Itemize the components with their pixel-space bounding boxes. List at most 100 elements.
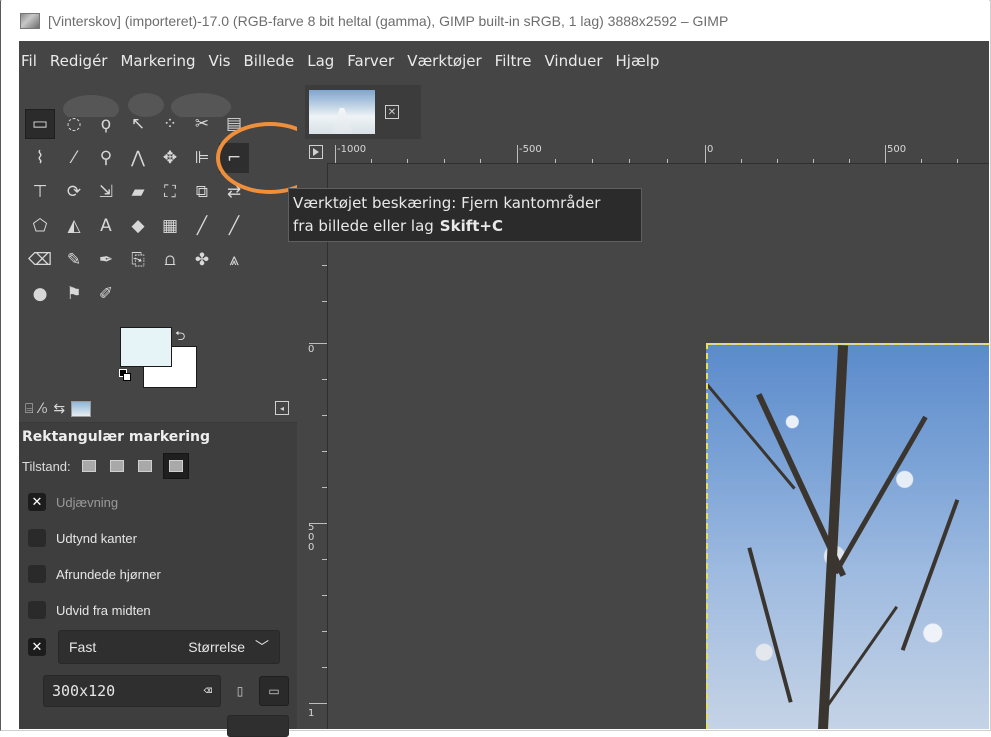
ink-tool-icon[interactable]: ✒ — [91, 245, 121, 275]
portrait-icon[interactable]: ▯ — [229, 680, 251, 702]
menu-rediger[interactable]: Redigér — [44, 52, 114, 70]
image-tab[interactable]: ✕ — [305, 85, 421, 139]
zoom-tool-icon[interactable]: ⚲ — [91, 143, 121, 173]
menu-vis[interactable]: Vis — [203, 52, 237, 70]
ruler-tick — [322, 487, 327, 488]
antialias-label: Udjævning — [56, 494, 119, 510]
paintbrush-tool-icon[interactable]: ╱ — [219, 211, 249, 241]
shear-tool-icon[interactable]: ▰ — [123, 177, 153, 207]
ruler-tick — [813, 159, 814, 163]
antialias-checkbox[interactable]: ✕ — [28, 493, 46, 511]
default-colors-icon[interactable] — [119, 369, 131, 381]
menu-farver[interactable]: Farver — [341, 52, 400, 70]
dock-tabs: ⌸ ⁄₀ ⇆ ◂ — [19, 396, 297, 423]
foreground-color-swatch[interactable] — [120, 327, 172, 367]
image-thumbnail[interactable] — [309, 90, 375, 134]
warp-transform-tool-icon[interactable]: ⛶ — [155, 177, 185, 207]
free-select-tool-icon[interactable]: ϙ — [91, 109, 121, 139]
expand-from-center-checkbox[interactable] — [28, 601, 46, 619]
clone-tool-icon[interactable]: ⎘ — [123, 245, 153, 275]
mode-intersect-icon[interactable] — [162, 453, 189, 479]
scissors-tool-icon[interactable]: ✂ — [187, 109, 217, 139]
menu-vaerktojer[interactable]: Værktøjer — [401, 52, 487, 70]
fixed-checkbox[interactable]: ✕ — [28, 638, 46, 656]
bucket-fill-tool-icon[interactable]: ◭ — [59, 211, 89, 241]
tooltip-shortcut: Skift+C — [439, 217, 503, 235]
highlight-toggle-button[interactable] — [227, 715, 289, 737]
color-picker-tool-icon[interactable]: ⁄ — [59, 143, 89, 173]
expand-row[interactable]: Udvid fra midten — [28, 601, 151, 619]
tool-options-tab-icon[interactable]: ⌸ — [25, 401, 33, 417]
tool-options-title: Rektangulær markering — [22, 429, 210, 445]
images-tab-icon[interactable] — [71, 401, 92, 417]
title-bar: [Vinterskov] (importeret)-17.0 (RGB-farv… — [2, 0, 989, 41]
unified-transform-tool-icon[interactable]: ⊤ — [25, 177, 55, 207]
ruler-tick — [592, 159, 593, 163]
menu-vinduer[interactable]: Vinduer — [538, 52, 608, 70]
select-by-color-tool-icon[interactable]: ⁘ — [155, 109, 185, 139]
rounded-corners-checkbox[interactable] — [28, 565, 46, 583]
landscape-icon[interactable]: ▭ — [259, 676, 289, 706]
winter-forest-image[interactable] — [706, 343, 989, 729]
dodge-burn-tool-icon[interactable]: ⚑ — [59, 279, 89, 309]
ruler-label: -1000 — [337, 144, 367, 155]
ruler-tick — [322, 631, 327, 632]
clear-icon[interactable]: ⌫ — [204, 683, 212, 699]
heal-tool-icon[interactable]: ⩍ — [155, 245, 185, 275]
smudge-finger-tool-icon[interactable]: ✐ — [91, 279, 121, 309]
size-input[interactable]: 300x120 ⌫ — [43, 675, 221, 707]
size-row: 300x120 ⌫ ▯ ▭ — [43, 675, 289, 707]
scale-tool-icon[interactable]: ⇲ — [91, 177, 121, 207]
close-tab-icon[interactable]: ✕ — [385, 105, 399, 119]
menu-markering[interactable]: Markering — [114, 52, 201, 70]
ellipse-select-tool-icon[interactable]: ◌ — [59, 109, 89, 139]
move-tool-icon[interactable]: ✥ — [155, 143, 185, 173]
3d-transform-tool-icon[interactable]: ⧉ — [187, 177, 217, 207]
fixed-label: Fast — [69, 639, 97, 655]
mode-subtract-icon[interactable] — [135, 456, 155, 476]
blur-tool-icon[interactable]: ⩓ — [219, 245, 249, 275]
rounded-row[interactable]: Afrundede hjørner — [28, 565, 161, 583]
mode-replace-icon[interactable] — [79, 456, 99, 476]
smudge-tool-icon[interactable]: ● — [25, 279, 55, 309]
tree-branch — [900, 499, 960, 651]
pencil-tool-icon[interactable]: ╱ — [187, 211, 217, 241]
rect-select-tool-icon[interactable]: ▭ — [25, 109, 55, 139]
fixed-mode-select[interactable]: Fast Størrelse ﹀ — [58, 630, 280, 664]
ruler-tick — [322, 595, 327, 596]
eraser-tool-icon[interactable]: ⌫ — [25, 245, 55, 275]
gradient-tool-icon[interactable]: ◆ — [123, 211, 153, 241]
menu-billede[interactable]: Billede — [237, 52, 300, 70]
ruler-tick — [921, 159, 922, 163]
ruler-tick — [957, 159, 958, 163]
feather-row[interactable]: Udtynd kanter — [28, 529, 137, 547]
rotate-tool-icon[interactable]: ⟳ — [59, 177, 89, 207]
vertical-ruler[interactable]: 0 500 1 — [307, 163, 328, 729]
ruler-tick — [849, 159, 850, 163]
antialias-row[interactable]: ✕ Udjævning — [28, 493, 118, 511]
quick-mask-toggle-icon[interactable] — [309, 145, 323, 159]
text-tool-icon[interactable]: A — [91, 211, 121, 241]
measure-tool-icon[interactable]: ⋀ — [123, 143, 153, 173]
menu-fil[interactable]: Fil — [19, 52, 43, 70]
menu-filtre[interactable]: Filtre — [489, 52, 538, 70]
dock-menu-icon[interactable]: ◂ — [275, 401, 289, 415]
menu-lag[interactable]: Lag — [301, 52, 340, 70]
ruler-tick — [629, 159, 630, 163]
menu-hjaelp[interactable]: Hjælp — [610, 52, 666, 70]
feather-checkbox[interactable] — [28, 529, 46, 547]
ruler-tick — [309, 523, 327, 524]
mode-add-icon[interactable] — [107, 456, 127, 476]
horizontal-ruler[interactable]: -1000 -500 0 500 — [327, 143, 989, 164]
cage-transform-tool-icon[interactable]: ⬠ — [25, 211, 55, 241]
toolbox-panel: ▭ ◌ ϙ ↖ ⁘ ✂ ▤ ⌇ ⁄ ⚲ ⋀ ✥ ⊫ ⌐ ⊤ ⟳ ⇲ ▰ ⛶ ⧉ … — [19, 81, 324, 737]
mypaint-brush-tool-icon[interactable]: ▦ — [155, 211, 185, 241]
paths-tool-icon[interactable]: ⌇ — [25, 143, 55, 173]
perspective-clone-tool-icon[interactable]: ✤ — [187, 245, 217, 275]
airbrush-tool-icon[interactable]: ✎ — [59, 245, 89, 275]
device-status-tab-icon[interactable]: ⁄₀ — [39, 401, 47, 417]
ruler-tick — [322, 301, 327, 302]
fuzzy-select-tool-icon[interactable]: ↖ — [123, 109, 153, 139]
undo-history-tab-icon[interactable]: ⇆ — [53, 401, 65, 417]
align-tool-icon[interactable]: ⊫ — [187, 143, 217, 173]
